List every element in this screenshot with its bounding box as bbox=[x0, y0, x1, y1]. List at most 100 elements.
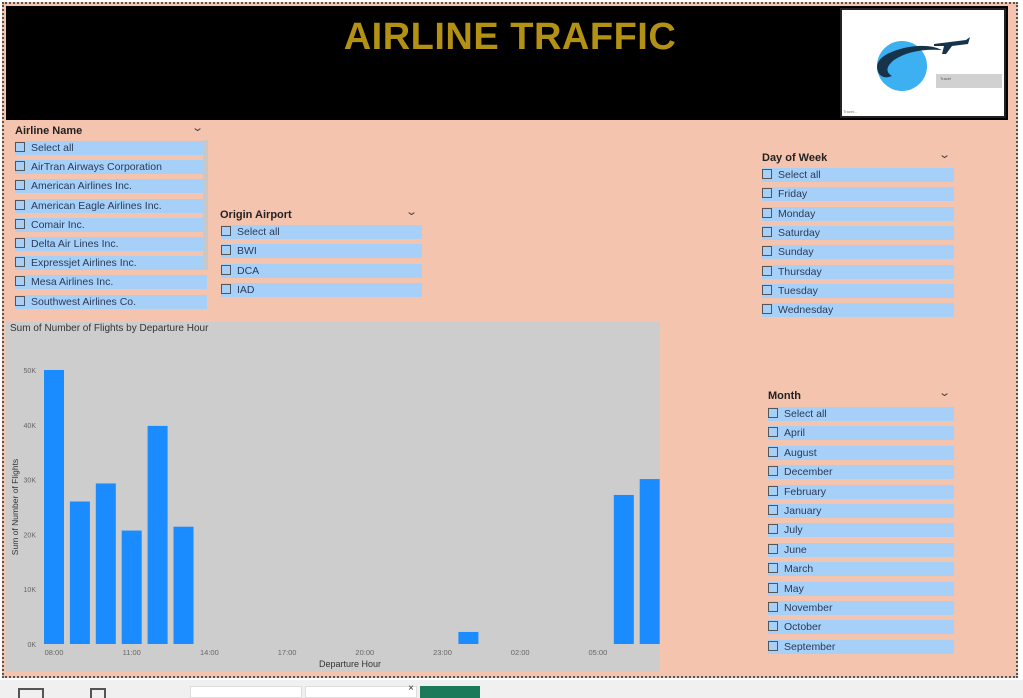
chevron-down-icon[interactable]: ⌄ bbox=[405, 205, 418, 218]
checkbox[interactable] bbox=[762, 188, 772, 199]
slicer-item-airline[interactable]: Expressjet Airlines Inc. bbox=[15, 256, 207, 271]
checkbox[interactable] bbox=[768, 640, 778, 651]
checkbox[interactable] bbox=[768, 408, 778, 418]
x-tick-label: 14:00 bbox=[200, 648, 219, 657]
y-tick-label: 40K bbox=[24, 423, 37, 430]
tab-field[interactable]: × bbox=[305, 683, 417, 698]
slicer-item-label: Saturday bbox=[778, 226, 821, 239]
checkbox[interactable] bbox=[221, 283, 231, 294]
slicer-item-month[interactable]: March bbox=[768, 562, 954, 577]
checkbox[interactable] bbox=[15, 238, 25, 248]
slicer-item-origin[interactable]: DCA bbox=[221, 263, 422, 278]
slicer-item-label: Southwest Airlines Co. bbox=[31, 295, 137, 308]
active-tab[interactable] bbox=[420, 686, 480, 698]
checkbox[interactable] bbox=[768, 621, 778, 632]
checkbox[interactable] bbox=[762, 226, 772, 237]
checkbox[interactable] bbox=[768, 466, 778, 477]
chevron-down-icon[interactable]: ⌄ bbox=[191, 121, 204, 134]
slicer-item-airline[interactable]: Southwest Airlines Co. bbox=[15, 294, 207, 309]
slicer-item-day[interactable]: Sunday bbox=[762, 245, 954, 260]
slicer-item-month[interactable]: July bbox=[768, 523, 954, 538]
checkbox[interactable] bbox=[15, 276, 25, 287]
checkbox[interactable] bbox=[15, 142, 25, 152]
slicer-item-month[interactable]: June bbox=[768, 542, 954, 557]
checkbox[interactable] bbox=[15, 295, 25, 306]
slicer-item-airline[interactable]: Mesa Airlines Inc. bbox=[15, 275, 207, 290]
y-tick-label: 0K bbox=[27, 642, 36, 649]
checkbox[interactable] bbox=[768, 582, 778, 593]
checkbox[interactable] bbox=[221, 264, 231, 275]
slicer-item-month[interactable]: November bbox=[768, 601, 954, 615]
flights-bar-chart: 0K 10K 20K 30K 40K 50K 08:00 11:00 14:00 17:00 20:… bbox=[10, 368, 660, 669]
checkbox[interactable] bbox=[768, 602, 778, 612]
checkbox[interactable] bbox=[221, 245, 231, 256]
checkbox[interactable] bbox=[15, 199, 25, 210]
checkbox[interactable] bbox=[762, 207, 772, 218]
slicer-item-label: IAD bbox=[237, 283, 255, 296]
slicer-item-origin[interactable]: BWI bbox=[221, 244, 422, 259]
slicer-item-label: January bbox=[784, 505, 822, 517]
window-icon[interactable] bbox=[18, 688, 44, 698]
slicer-item-month[interactable]: Select all bbox=[768, 407, 954, 421]
checkbox[interactable] bbox=[768, 505, 778, 515]
slicer-item-airline[interactable]: American Airlines Inc. bbox=[15, 179, 207, 194]
logo-caption: Travel... bbox=[843, 109, 858, 114]
slicer-item-month[interactable]: December bbox=[768, 465, 954, 480]
slicer-item-label: May bbox=[784, 582, 804, 595]
svg-text:Travel: Travel bbox=[940, 76, 951, 81]
checkbox[interactable] bbox=[221, 226, 231, 236]
checkbox[interactable] bbox=[762, 246, 772, 257]
origin-slicer-title: Origin Airport bbox=[220, 209, 292, 221]
checkbox[interactable] bbox=[762, 265, 772, 276]
tab-field[interactable] bbox=[190, 686, 302, 698]
slicer-item-label: Comair Inc. bbox=[31, 218, 85, 231]
slicer-item-day[interactable]: Tuesday bbox=[762, 283, 954, 298]
chevron-down-icon[interactable]: ⌄ bbox=[938, 148, 951, 161]
slicer-item-day[interactable]: Friday bbox=[762, 187, 954, 202]
slicer-item-airline[interactable]: AirTran Airways Corporation bbox=[15, 160, 207, 175]
slicer-item-month[interactable]: April bbox=[768, 426, 954, 441]
slicer-item-day[interactable]: Monday bbox=[762, 206, 954, 221]
checkbox[interactable] bbox=[762, 169, 772, 179]
checkbox[interactable] bbox=[15, 257, 25, 268]
slicer-item-month[interactable]: September bbox=[768, 639, 954, 654]
slicer-item-label: Select all bbox=[778, 169, 821, 181]
checkbox[interactable] bbox=[15, 180, 25, 191]
slicer-item-origin[interactable]: IAD bbox=[221, 282, 422, 297]
slicer-item-month[interactable]: May bbox=[768, 581, 954, 596]
slicer-item-airline[interactable]: Delta Air Lines Inc. bbox=[15, 237, 207, 251]
checkbox[interactable] bbox=[768, 485, 778, 496]
airline-slicer-title: Airline Name bbox=[15, 125, 83, 137]
slicer-item-label: Monday bbox=[778, 207, 816, 220]
airline-slicer-scrollbar[interactable] bbox=[203, 140, 208, 270]
slicer-item-day[interactable]: Wednesday bbox=[762, 303, 954, 318]
slicer-item-day[interactable]: Saturday bbox=[762, 225, 954, 240]
chevron-down-icon[interactable]: ⌄ bbox=[938, 386, 951, 399]
checkbox[interactable] bbox=[768, 524, 778, 535]
slicer-item-label: Tuesday bbox=[778, 284, 818, 297]
checkbox[interactable] bbox=[768, 446, 778, 457]
y-axis-title: Sum of Number of Flights bbox=[10, 459, 20, 555]
slicer-item-month[interactable]: August bbox=[768, 445, 954, 460]
x-axis-title: Departure Hour bbox=[319, 659, 381, 669]
y-tick-label: 50K bbox=[24, 368, 37, 375]
document-icon[interactable] bbox=[90, 688, 106, 698]
slicer-item-airline[interactable]: Select all bbox=[15, 141, 207, 155]
checkbox[interactable] bbox=[768, 427, 778, 438]
slicer-item-month[interactable]: February bbox=[768, 484, 954, 499]
slicer-item-month[interactable]: January bbox=[768, 504, 954, 518]
checkbox[interactable] bbox=[15, 161, 25, 172]
slicer-item-label: Select all bbox=[31, 142, 74, 154]
slicer-item-airline[interactable]: American Eagle Airlines Inc. bbox=[15, 198, 207, 213]
checkbox[interactable] bbox=[768, 563, 778, 574]
slicer-item-origin[interactable]: Select all bbox=[221, 225, 422, 239]
checkbox[interactable] bbox=[762, 304, 772, 315]
slicer-item-month[interactable]: October bbox=[768, 620, 954, 635]
checkbox[interactable] bbox=[762, 284, 772, 295]
checkbox[interactable] bbox=[768, 543, 778, 554]
slicer-item-day[interactable]: Select all bbox=[762, 168, 954, 182]
slicer-item-airline[interactable]: Comair Inc. bbox=[15, 217, 207, 232]
checkbox[interactable] bbox=[15, 218, 25, 229]
slicer-item-day[interactable]: Thursday bbox=[762, 264, 954, 279]
close-icon[interactable]: × bbox=[408, 683, 414, 694]
